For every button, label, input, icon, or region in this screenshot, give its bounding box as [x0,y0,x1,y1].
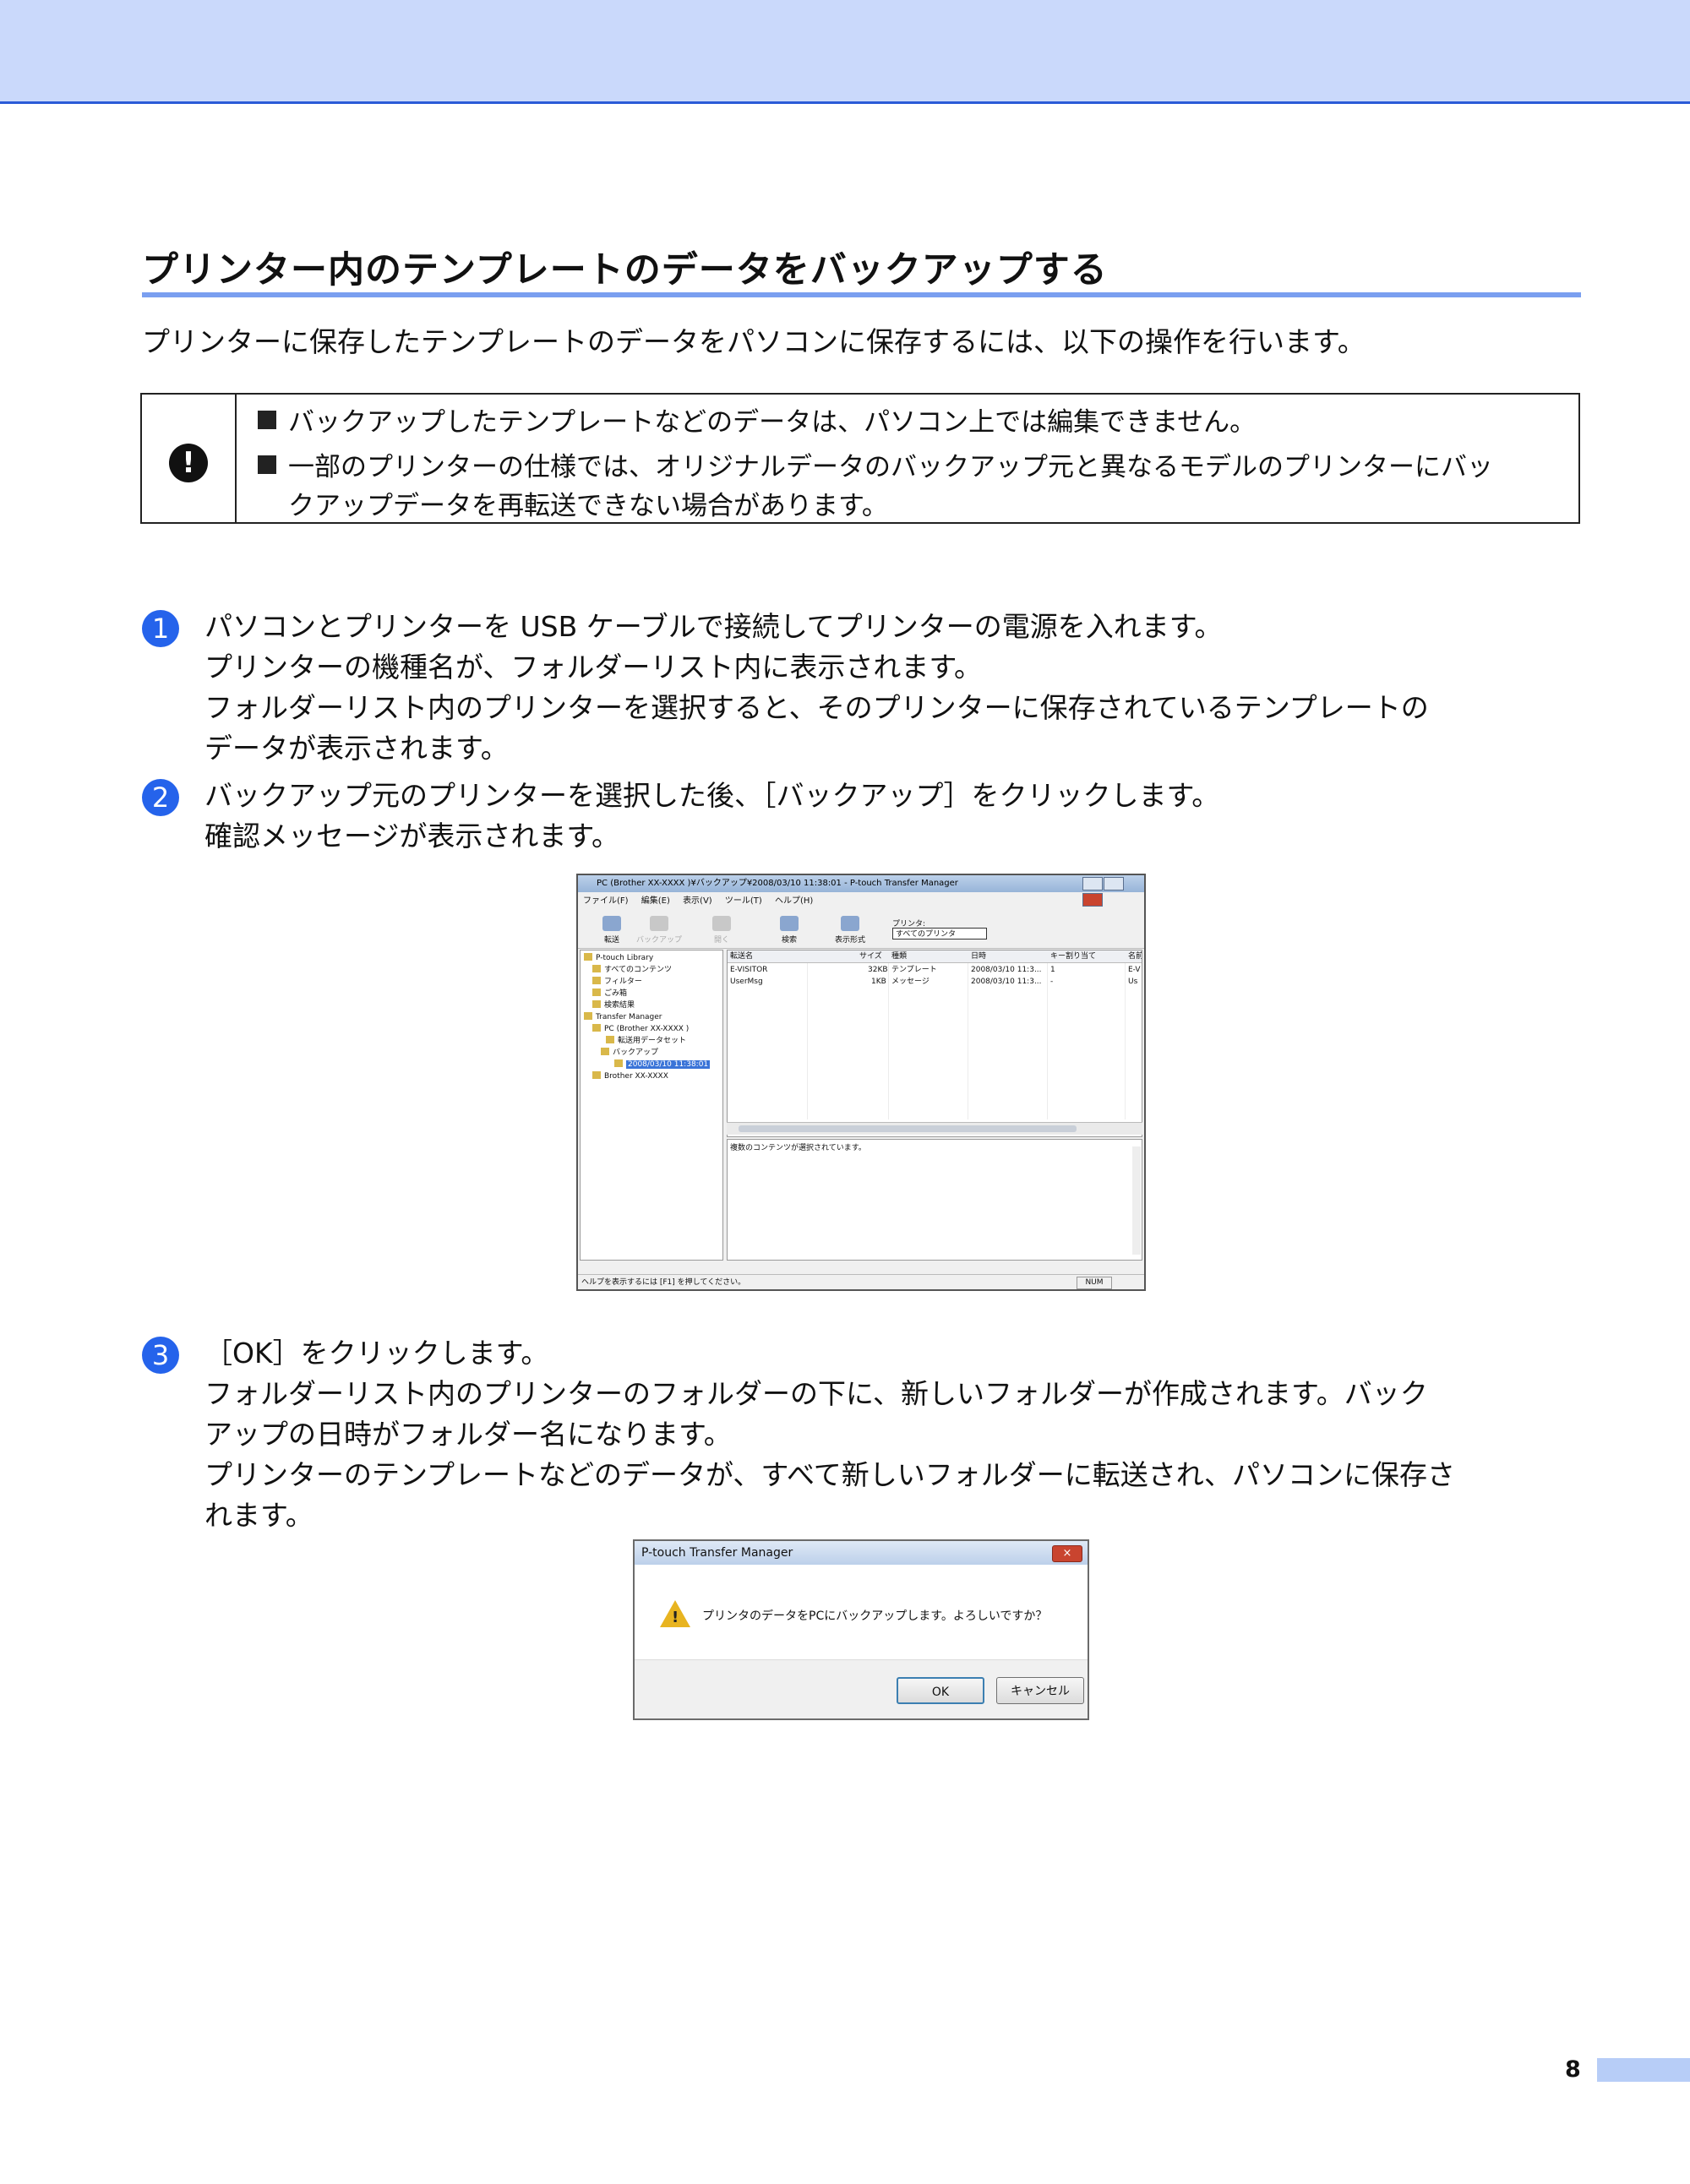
caution-box: ! バックアップしたテンプレートなどのデータは、パソコン上では編集できません。 … [140,393,1580,524]
menu-help[interactable]: ヘルプ(H) [775,896,813,906]
exclamation-icon: ! [169,444,208,482]
table-row[interactable]: E-VISITOR 32KB テンプレート 2008/03/10 11:3...… [728,964,1142,976]
folder-icon [614,1059,623,1067]
warning-mark: ! [672,1609,679,1626]
folder-tree: P-touch Library すべてのコンテンツ フィルター ごみ箱 検索結果… [580,950,723,1261]
maximize-icon[interactable] [1104,877,1124,890]
column-header[interactable]: 種類 [891,950,907,962]
column-header[interactable]: 名前 [1128,950,1142,962]
transfer-manager-icon [584,1012,592,1020]
menu-file[interactable]: ファイル(F) [583,896,629,906]
library-icon [584,953,592,961]
step-number-badge: 1 [142,610,179,647]
transfer-icon [602,916,621,931]
num-lock-indicator: NUM [1077,1277,1112,1289]
caution-icon-column: ! [142,395,237,522]
column-header[interactable]: サイズ [859,950,882,962]
bullet-square-icon [258,411,276,429]
backup-button[interactable]: バックアップ [634,916,684,945]
step-text: ［OK］をクリックします。 フォルダーリスト内のプリンターのフォルダーの下に、新… [204,1337,1456,1532]
window-buttons [1082,877,1142,907]
header-band [0,0,1690,104]
tree-item-selected[interactable]: 2008/03/10 11:38:01 [614,1059,711,1070]
search-icon [780,916,799,931]
pc-icon [592,1024,601,1032]
trash-icon [592,989,601,996]
table-row[interactable]: UserMsg 1KB メッセージ 2008/03/10 11:3... - U… [728,976,1142,988]
view-mode-button[interactable]: 表示形式 [825,916,875,945]
step-number-badge: 3 [142,1337,179,1374]
search-button[interactable]: 検索 [764,916,815,945]
close-icon[interactable]: × [1052,1545,1082,1562]
folder-icon [592,965,601,972]
tree-item[interactable]: すべてのコンテンツ [592,964,672,976]
confirm-dialog-screenshot: P-touch Transfer Manager × ! プリンタのデータをPC… [633,1539,1089,1720]
column-header[interactable]: 転送名 [730,950,753,962]
dialog-message: プリンタのデータをPCにバックアップします。よろしいですか？ [702,1609,1048,1623]
caution-item-1: バックアップしたテンプレートなどのデータは、パソコン上では編集できません。 [258,403,1256,442]
search-icon [592,1000,601,1008]
content-list: 転送名 サイズ 種類 日時 キー割り当て 名前 E-VISITOR 32KB テ… [727,950,1142,1137]
folder-icon [601,1048,609,1055]
status-bar: ヘルプを表示するには [F1] を押してください。 NUM [578,1274,1144,1289]
list-header: 転送名 サイズ 種類 日時 キー割り当て 名前 [728,950,1142,963]
horizontal-scrollbar[interactable] [727,1122,1142,1135]
dialog-footer: OK キャンセル [635,1659,1088,1718]
backup-icon [650,916,668,931]
open-icon [712,916,731,931]
message-pane: 複数のコンテンツが選択されています。 [727,1139,1142,1261]
page-number: 8 [1565,2056,1581,2083]
menu-edit[interactable]: 編集(E) [641,896,670,906]
toolbar: 転送 バックアップ 開く 検索 表示形式 [578,911,1144,949]
bullet-square-icon [258,455,276,474]
filter-icon [592,977,601,984]
menu-tools[interactable]: ツール(T) [725,896,762,906]
printer-select[interactable]: すべてのプリンタ [892,928,987,940]
intro-text: プリンターに保存したテンプレートのデータをパソコンに保存するには、以下の操作を行… [142,325,1366,358]
ok-button[interactable]: OK [897,1677,984,1704]
column-header[interactable]: 日時 [971,950,986,962]
transfer-manager-screenshot: PC (Brother XX-XXXX )¥バックアップ¥2008/03/10 … [576,874,1146,1291]
dialog-title: P-touch Transfer Manager [635,1541,1088,1565]
cancel-button[interactable]: キャンセル [996,1677,1084,1704]
vertical-scrollbar[interactable] [1132,1146,1141,1255]
minimize-icon[interactable] [1082,877,1103,890]
tree-item[interactable]: バックアップ [601,1047,658,1059]
tree-item[interactable]: Brother XX-XXXX [592,1070,668,1082]
title-rule [142,292,1581,297]
tree-item[interactable]: フィルター [592,976,642,988]
step-text: バックアップ元のプリンターを選択した後、［バックアップ］をクリックします。 確認… [204,779,1220,852]
step-number-badge: 2 [142,779,179,816]
step-text: パソコンとプリンターを USB ケーブルで接続してプリンターの電源を入れます。 … [204,610,1429,765]
tree-item[interactable]: 転送用データセット [606,1035,686,1047]
tree-item[interactable]: Transfer Manager [584,1011,662,1023]
tree-item[interactable]: PC (Brother XX-XXXX ) [592,1023,689,1035]
view-icon [841,916,859,931]
close-icon[interactable] [1082,893,1103,907]
tree-item[interactable]: 検索結果 [592,999,635,1011]
column-header[interactable]: キー割り当て [1050,950,1096,962]
printer-icon [592,1071,601,1079]
menu-bar: ファイル(F) 編集(E) 表示(V) ツール(T) ヘルプ(H) [583,894,823,909]
tree-item[interactable]: P-touch Library [584,952,653,964]
open-button[interactable]: 開く [696,916,747,945]
page-number-band [1597,2058,1690,2082]
menu-view[interactable]: 表示(V) [683,896,712,906]
tree-item[interactable]: ごみ箱 [592,988,627,999]
caution-item-2: 一部のプリンターの仕様では、オリジナルデータのバックアップ元と異なるモデルのプリ… [258,448,1493,526]
transfer-button[interactable]: 転送 [586,916,637,945]
folder-icon [606,1036,614,1043]
scroll-thumb[interactable] [739,1125,1077,1132]
window-title: PC (Brother XX-XXXX )¥バックアップ¥2008/03/10 … [578,875,1144,892]
page-title: プリンター内のテンプレートのデータをバックアップする [142,249,1108,291]
